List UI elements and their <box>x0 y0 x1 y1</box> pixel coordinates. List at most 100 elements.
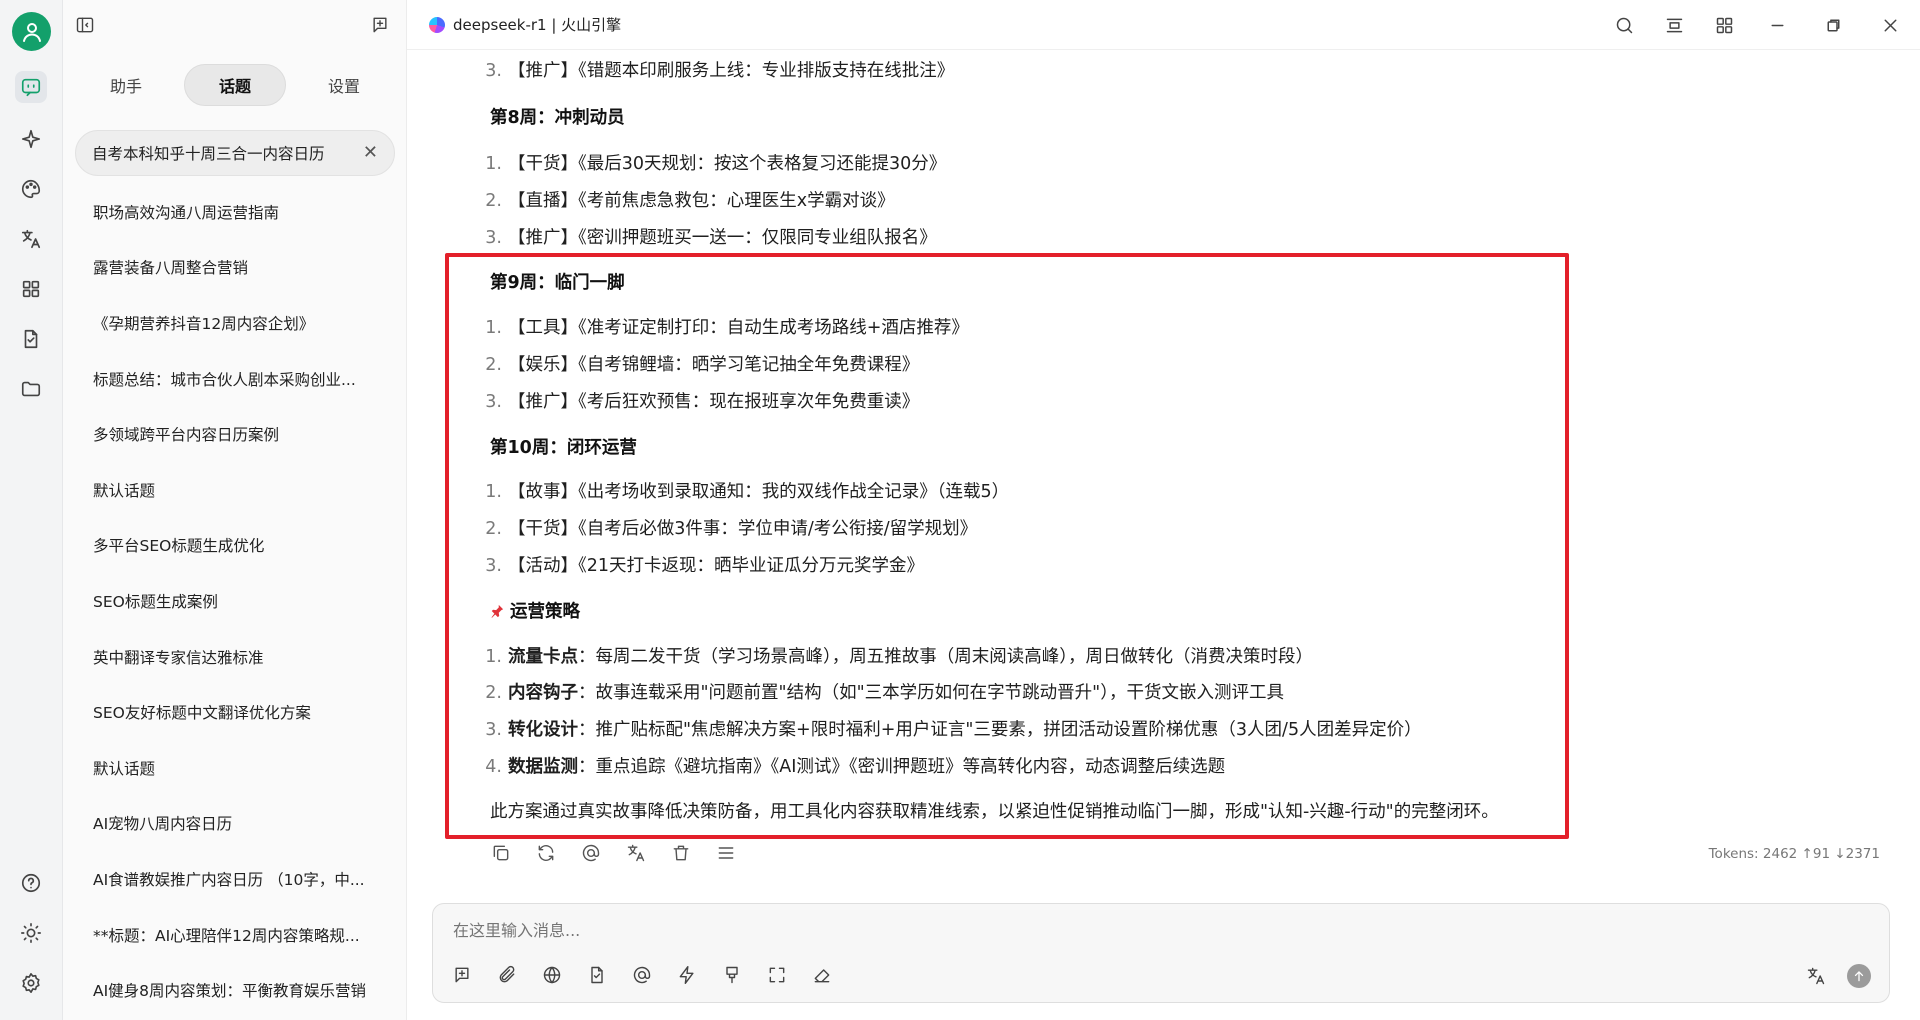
topic-list: 自考本科知乎十周三合一内容日历 ✕ 职场高效沟通八周运营指南 露营装备八周整合营… <box>63 130 407 1018</box>
list-text: 【干货】《最后30天规划：按这个表格复习还能提30分》 <box>508 154 947 174</box>
model-selector[interactable]: deepseek-r1 | 火山引擎 <box>429 14 621 35</box>
message-input[interactable] <box>453 918 1853 942</box>
close-window-icon[interactable] <box>1878 13 1902 37</box>
topic-item[interactable]: **标题：AI心理陪伴12周内容策略规... <box>63 907 407 963</box>
translate-icon[interactable] <box>15 223 47 255</box>
web-search-icon[interactable] <box>541 964 563 986</box>
arrow-up-icon <box>1854 971 1864 982</box>
message-actions <box>490 842 737 864</box>
document-icon[interactable] <box>15 323 47 355</box>
send-button[interactable] <box>1847 964 1871 988</box>
sidebar-toggle-icon[interactable] <box>73 13 97 37</box>
topic-item[interactable]: 标题总结：城市合伙人剧本采购创业... <box>63 351 407 407</box>
list-number: 1. <box>485 154 502 174</box>
list-text: 【推广】《错题本印刷服务上线：专业排版支持在线批注》 <box>508 61 955 81</box>
input-right-tools <box>1805 964 1871 988</box>
mention-icon[interactable] <box>631 964 653 986</box>
topic-item[interactable]: 多平台SEO标题生成优化 <box>63 518 407 574</box>
sparkle-icon[interactable] <box>15 123 47 155</box>
topic-title: 英中翻译专家信达雅标准 <box>93 648 264 667</box>
topic-item[interactable]: 默认话题 <box>63 462 407 518</box>
topic-title: SEO友好标题中文翻译优化方案 <box>93 704 311 723</box>
model-logo-icon <box>429 16 445 33</box>
fullscreen-icon[interactable] <box>766 964 788 986</box>
list-item: 3. 【推广】《错题本印刷服务上线：专业排版支持在线批注》 <box>478 57 954 82</box>
topic-panel: 助手 话题 设置 自考本科知乎十周三合一内容日历 ✕ 职场高效沟通八周运营指南 … <box>63 0 407 1020</box>
topic-item[interactable]: 英中翻译专家信达雅标准 <box>63 629 407 685</box>
menu-icon[interactable] <box>715 842 737 864</box>
panel-tabs: 助手 话题 设置 <box>75 64 395 106</box>
topic-item-active[interactable]: 自考本科知乎十周三合一内容日历 ✕ <box>75 130 395 176</box>
topic-item[interactable]: SEO友好标题中文翻译优化方案 <box>63 684 407 740</box>
topic-item[interactable]: AI宠物八周内容日历 <box>63 796 407 852</box>
eraser-icon[interactable] <box>811 964 833 986</box>
translate-icon[interactable] <box>1805 965 1827 987</box>
folder-icon[interactable] <box>15 373 47 405</box>
list-number: 2. <box>485 191 502 211</box>
topic-item[interactable]: AI健身8周内容策划：平衡教育娱乐营销 <box>63 962 407 1018</box>
topic-item[interactable]: 默认话题 <box>63 740 407 796</box>
topic-title: 多平台SEO标题生成优化 <box>93 537 265 556</box>
regenerate-icon[interactable] <box>535 842 557 864</box>
theme-sun-icon[interactable] <box>15 917 47 949</box>
highlight-box <box>445 253 1569 839</box>
list-number: 3. <box>485 61 502 81</box>
panel-toolbar <box>63 0 407 50</box>
left-rail <box>0 0 63 1020</box>
topic-title: **标题：AI心理陪伴12周内容策略规... <box>93 926 360 945</box>
topic-title: AI食谱教娱推广内容日历 （10字，中... <box>93 870 365 889</box>
settings-gear-icon[interactable] <box>15 967 47 999</box>
list-text: 【推广】《密训押题班买一送一：仅限同专业组队报名》 <box>508 228 937 248</box>
tab-settings[interactable]: 设置 <box>293 64 395 106</box>
topic-title: 标题总结：城市合伙人剧本采购创业... <box>93 370 356 389</box>
list-text: 【直播】《考前焦虑急救包：心理医生x学霸对谈》 <box>508 191 895 211</box>
minimize-icon[interactable] <box>1765 13 1789 37</box>
apps-icon[interactable] <box>15 273 47 305</box>
topic-title: 职场高效沟通八周运营指南 <box>93 203 280 222</box>
topic-item[interactable]: 多领域跨平台内容日历案例 <box>63 406 407 462</box>
chat-icon[interactable] <box>15 71 47 103</box>
tab-assistant[interactable]: 助手 <box>75 64 177 106</box>
topic-title: 露营装备八周整合营销 <box>93 259 249 278</box>
token-count: Tokens: 2462 ↑91 ↓2371 <box>1708 846 1880 862</box>
grid-icon[interactable] <box>1712 13 1736 37</box>
topic-item[interactable]: AI食谱教娱推广内容日历 （10字，中... <box>63 851 407 907</box>
help-icon[interactable] <box>15 867 47 899</box>
list-number: 3. <box>485 228 502 248</box>
tab-topics[interactable]: 话题 <box>184 64 286 106</box>
brush-icon[interactable] <box>721 964 743 986</box>
topic-title: 默认话题 <box>93 759 156 778</box>
lightning-icon[interactable] <box>676 964 698 986</box>
knowledge-base-icon[interactable] <box>586 964 608 986</box>
topic-title: 默认话题 <box>93 481 156 500</box>
translate-icon[interactable] <box>625 842 647 864</box>
new-topic-icon[interactable] <box>368 13 392 37</box>
new-topic-icon[interactable] <box>451 964 473 986</box>
search-icon[interactable] <box>1612 13 1636 37</box>
layout-icon[interactable] <box>1662 13 1686 37</box>
topic-title: 多领域跨平台内容日历案例 <box>93 426 280 445</box>
input-toolbar <box>451 964 833 986</box>
close-icon[interactable]: ✕ <box>363 144 378 162</box>
top-bar: deepseek-r1 | 火山引擎 <box>407 0 1920 50</box>
week8-heading: 第8周：冲刺动员 <box>490 108 625 128</box>
palette-icon[interactable] <box>15 173 47 205</box>
topic-item[interactable]: SEO标题生成案例 <box>63 573 407 629</box>
topic-title: SEO标题生成案例 <box>93 592 218 611</box>
restore-icon[interactable] <box>1821 13 1845 37</box>
attachment-icon[interactable] <box>496 964 518 986</box>
topic-item[interactable]: 露营装备八周整合营销 <box>63 240 407 296</box>
topic-title: AI健身8周内容策划：平衡教育娱乐营销 <box>93 982 367 1001</box>
message-input-box <box>432 903 1890 1003</box>
topic-title: 《孕期营养抖音12周内容企划》 <box>93 314 315 333</box>
copy-icon[interactable] <box>490 842 512 864</box>
list-item: 3. 【推广】《密训押题班买一送一：仅限同专业组队报名》 <box>478 224 937 249</box>
topic-title: 自考本科知乎十周三合一内容日历 <box>92 145 325 163</box>
user-avatar[interactable] <box>12 12 51 51</box>
delete-icon[interactable] <box>670 842 692 864</box>
mention-icon[interactable] <box>580 842 602 864</box>
list-item: 2. 【直播】《考前焦虑急救包：心理医生x学霸对谈》 <box>478 187 895 212</box>
topic-item[interactable]: 《孕期营养抖音12周内容企划》 <box>63 295 407 351</box>
topic-item[interactable]: 职场高效沟通八周运营指南 <box>63 184 407 240</box>
list-item: 1. 【干货】《最后30天规划：按这个表格复习还能提30分》 <box>478 150 946 175</box>
